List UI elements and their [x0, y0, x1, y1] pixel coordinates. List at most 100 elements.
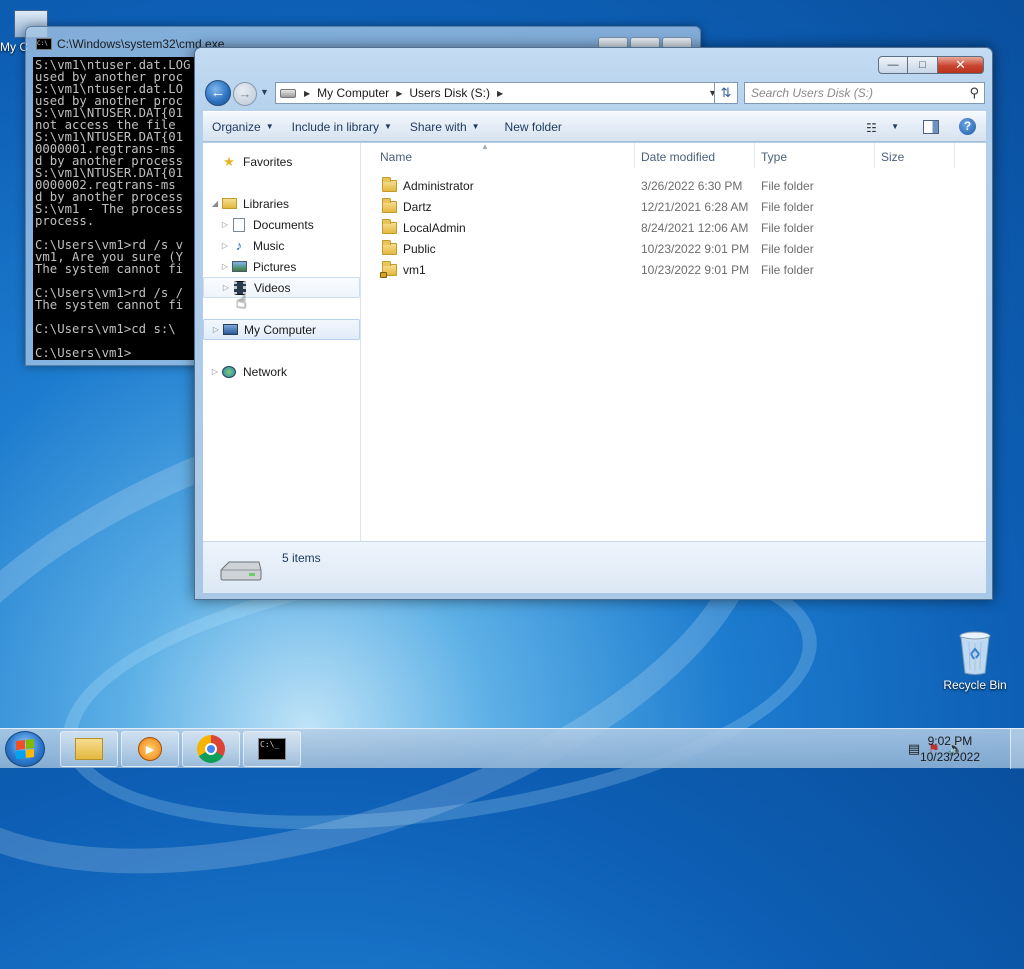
- chevron-down-icon: ▼: [265, 122, 274, 131]
- documents-icon: [231, 217, 247, 233]
- preview-pane-icon[interactable]: [923, 119, 939, 134]
- back-button[interactable]: ←: [205, 80, 231, 106]
- chevron-down-icon[interactable]: ▼: [891, 122, 899, 131]
- new-folder-button[interactable]: New folder: [489, 120, 571, 134]
- folder-icon: [382, 218, 397, 234]
- nav-item-label: Music: [253, 238, 285, 253]
- drive-icon: [220, 561, 262, 581]
- nav-item-label: Pictures: [253, 259, 297, 274]
- nav-item-my-computer[interactable]: ▷ My Computer: [203, 319, 360, 340]
- folder-icon: [382, 197, 397, 213]
- recycle-bin-icon: [959, 631, 991, 675]
- taskbar-cmd-button[interactable]: C:\_: [243, 731, 301, 767]
- file-row[interactable]: Dartz 12/21/2021 6:28 AM File folder: [362, 196, 962, 217]
- search-icon[interactable]: ⚲: [969, 85, 979, 101]
- command-toolbar: Organize ▼ Include in library ▼ Share with…: [203, 111, 986, 142]
- pictures-icon: [231, 259, 247, 275]
- content-area: ★ Favorites ◢ Libraries ▷ Documents ▷ ♪ …: [203, 142, 986, 541]
- breadcrumb-users-disk[interactable]: Users Disk (S:): [409, 86, 490, 100]
- nav-item-libraries[interactable]: ◢ Libraries: [203, 193, 360, 214]
- nav-item-videos[interactable]: ▷ Videos: [203, 277, 360, 298]
- expand-arrow-icon[interactable]: ▷: [219, 220, 231, 229]
- hand-cursor-icon: ☝: [236, 292, 247, 312]
- organize-button[interactable]: Organize ▼: [203, 120, 283, 134]
- column-header-name[interactable]: ▲ Name: [362, 142, 635, 168]
- taskbar-chrome-button[interactable]: [182, 731, 240, 767]
- minimize-button[interactable]: —: [878, 56, 908, 74]
- column-header-type[interactable]: Type: [755, 143, 875, 168]
- nav-item-pictures[interactable]: ▷ Pictures: [203, 256, 360, 277]
- help-icon[interactable]: ?: [959, 118, 976, 135]
- taskbar-explorer-button[interactable]: [60, 731, 118, 767]
- file-name: Administrator: [403, 178, 474, 193]
- file-date: 10/23/2022 9:01 PM: [641, 241, 750, 256]
- clock-date: 10/23/2022: [919, 750, 980, 764]
- explorer-window-controls: — □ ✕: [878, 56, 984, 74]
- network-status-icon[interactable]: ▤: [908, 741, 920, 757]
- expand-arrow-icon[interactable]: ▷: [210, 325, 222, 334]
- column-header-label: Type: [761, 150, 788, 164]
- nav-item-favorites[interactable]: ★ Favorites: [203, 151, 360, 172]
- chevron-down-icon: ▼: [384, 122, 392, 131]
- file-row[interactable]: vm1 10/23/2022 9:01 PM File folder: [362, 259, 962, 280]
- show-desktop-button[interactable]: [1010, 729, 1024, 769]
- address-bar[interactable]: ▶ My Computer ▶ Users Disk (S:) ▶ ▼: [275, 82, 723, 104]
- file-date: 8/24/2021 12:06 AM: [641, 220, 749, 235]
- folder-icon: [75, 738, 103, 760]
- maximize-button[interactable]: □: [908, 56, 938, 74]
- folder-icon: [382, 176, 397, 192]
- desktop-icon-recycle-bin[interactable]: Recycle Bin: [940, 630, 1010, 692]
- file-type: File folder: [761, 178, 814, 193]
- computer-icon: [222, 322, 238, 338]
- recent-pages-dropdown[interactable]: ▼: [260, 87, 269, 97]
- expand-arrow-icon[interactable]: ▷: [209, 367, 221, 376]
- nav-item-network[interactable]: ▷ Network: [203, 361, 360, 382]
- drive-icon: [280, 88, 296, 98]
- share-with-button[interactable]: Share with ▼: [401, 120, 489, 134]
- file-name: Public: [403, 241, 436, 256]
- column-header-date[interactable]: Date modified: [635, 143, 755, 168]
- breadcrumb-chevron-icon[interactable]: ▶: [396, 89, 402, 98]
- start-button[interactable]: [5, 731, 45, 767]
- taskbar: ▶ C:\_ ▤ ⚑ 🔊 9:02 PM 10/23/2022: [0, 728, 1024, 769]
- close-button[interactable]: ✕: [938, 56, 984, 74]
- expand-arrow-icon[interactable]: ▷: [219, 241, 231, 250]
- file-row[interactable]: LocalAdmin 8/24/2021 12:06 AM File folde…: [362, 217, 962, 238]
- column-header-size[interactable]: Size: [875, 143, 955, 168]
- nav-item-documents[interactable]: ▷ Documents: [203, 214, 360, 235]
- cmd-icon: C:\_: [258, 738, 286, 760]
- column-header-label: Size: [881, 150, 905, 164]
- file-date: 10/23/2022 9:01 PM: [641, 262, 750, 277]
- breadcrumb-my-computer[interactable]: My Computer: [317, 86, 389, 100]
- nav-item-label: Network: [243, 364, 288, 379]
- media-player-icon: ▶: [138, 737, 162, 761]
- change-view-icon[interactable]: ☷: [865, 121, 881, 134]
- forward-button[interactable]: →: [233, 82, 257, 106]
- clock[interactable]: 9:02 PM 10/23/2022: [920, 733, 980, 765]
- search-input[interactable]: Search Users Disk (S:) ⚲: [744, 82, 985, 104]
- expand-arrow-icon[interactable]: ▷: [220, 283, 232, 292]
- include-in-library-label: Include in library: [291, 119, 379, 134]
- lock-icon: [380, 271, 387, 278]
- file-row[interactable]: Administrator 3/26/2022 6:30 PM File fol…: [362, 175, 962, 196]
- file-row[interactable]: Public 10/23/2022 9:01 PM File folder: [362, 238, 962, 259]
- refresh-button[interactable]: ⇅: [714, 82, 738, 104]
- nav-item-label: Favorites: [243, 154, 293, 169]
- file-name: LocalAdmin: [403, 220, 466, 235]
- cmd-icon: C:\: [36, 38, 52, 50]
- explorer-window[interactable]: — □ ✕ ← → ▼ ▶ My Computer ▶ Users Disk (…: [194, 47, 993, 600]
- expand-arrow-icon[interactable]: ▷: [219, 262, 231, 271]
- expand-arrow-icon[interactable]: ◢: [209, 199, 221, 208]
- file-name: Dartz: [403, 199, 432, 214]
- breadcrumb-chevron-icon[interactable]: ▶: [497, 89, 503, 98]
- file-date: 12/21/2021 6:28 AM: [641, 199, 749, 214]
- taskbar-media-player-button[interactable]: ▶: [121, 731, 179, 767]
- column-header-label: Date modified: [641, 150, 716, 164]
- new-folder-label: New folder: [504, 119, 562, 134]
- include-in-library-button[interactable]: Include in library ▼: [283, 120, 401, 134]
- desktop-icon-label: Recycle Bin: [943, 678, 1007, 692]
- breadcrumb-chevron-icon[interactable]: ▶: [304, 89, 310, 98]
- locked-folder-icon: [380, 260, 397, 278]
- sort-ascending-icon: ▲: [481, 142, 489, 151]
- nav-item-music[interactable]: ▷ ♪ Music: [203, 235, 360, 256]
